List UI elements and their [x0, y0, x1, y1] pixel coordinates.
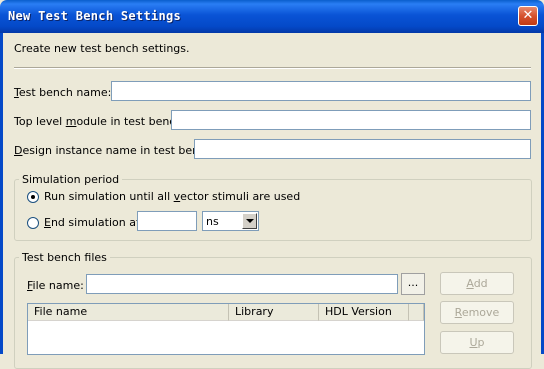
chevron-down-icon[interactable]: [242, 213, 257, 229]
design-instance-label: Design instance name in test bench:: [14, 144, 216, 157]
test-bench-files-legend: Test bench files: [19, 251, 110, 264]
test-bench-name-label: Test bench name:: [14, 86, 112, 99]
window-title: New Test Bench Settings: [8, 9, 182, 23]
simulation-period-legend: Simulation period: [19, 173, 123, 186]
file-name-input[interactable]: [86, 274, 398, 294]
time-unit-select[interactable]: ns: [202, 211, 259, 231]
divider: [14, 67, 531, 69]
up-button[interactable]: Up: [440, 331, 514, 354]
column-header-filler: [409, 304, 424, 321]
top-level-module-label: Top level module in test bench:: [14, 115, 187, 128]
intro-text: Create new test bench settings.: [14, 42, 190, 55]
run-until-radio[interactable]: [27, 191, 39, 203]
close-icon: ✕: [522, 8, 534, 23]
test-bench-name-input[interactable]: [111, 81, 531, 101]
column-header-hdl-version[interactable]: HDL Version: [319, 304, 409, 321]
top-level-module-input[interactable]: [171, 110, 531, 130]
time-unit-value: ns: [206, 215, 219, 228]
end-at-input[interactable]: [137, 211, 197, 231]
add-button[interactable]: Add: [440, 272, 514, 295]
files-list[interactable]: File name Library HDL Version: [27, 303, 425, 355]
design-instance-input[interactable]: [194, 139, 531, 159]
window-frame-left: [0, 33, 3, 354]
close-button[interactable]: ✕: [518, 6, 538, 26]
file-name-label: File name:: [27, 279, 84, 292]
column-header-file-name[interactable]: File name: [28, 304, 229, 321]
end-at-label[interactable]: End simulation at:: [44, 216, 144, 229]
column-header-library[interactable]: Library: [229, 304, 319, 321]
remove-button[interactable]: Remove: [440, 301, 514, 324]
browse-button[interactable]: ...: [401, 273, 425, 295]
simulation-period-group: [14, 179, 532, 241]
run-until-label[interactable]: Run simulation until all vector stimuli …: [44, 190, 300, 203]
title-bar[interactable]: New Test Bench Settings ✕: [0, 0, 544, 33]
end-at-radio[interactable]: [27, 217, 39, 229]
